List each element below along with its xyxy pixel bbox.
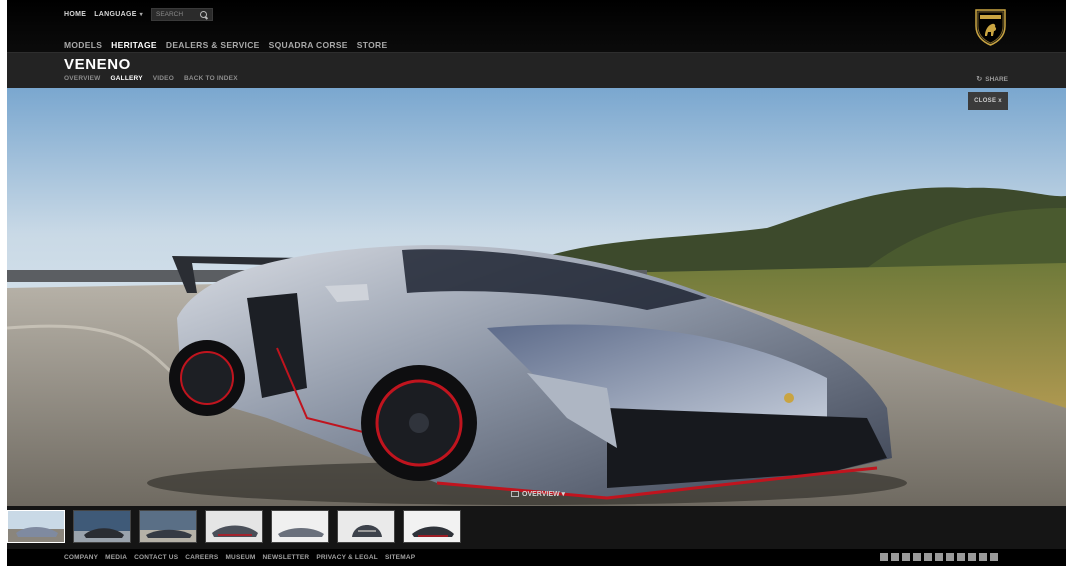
wechat-icon[interactable] — [968, 553, 976, 561]
thumbnail-7[interactable] — [403, 510, 461, 543]
footer-link-museum[interactable]: MUSEUM — [225, 554, 255, 561]
footer-link-media[interactable]: MEDIA — [105, 554, 127, 561]
google-plus-icon[interactable] — [891, 553, 899, 561]
linkedin-icon[interactable] — [946, 553, 954, 561]
tab-gallery[interactable]: GALLERY — [111, 75, 143, 82]
footer-link-careers[interactable]: CAREERS — [185, 554, 218, 561]
tab-overview[interactable]: OVERVIEW — [64, 75, 101, 82]
footer-link-newsletter[interactable]: NEWSLETTER — [263, 554, 310, 561]
thumbnail-strip — [7, 506, 1066, 549]
footer-link-company[interactable]: COMPANY — [64, 554, 98, 561]
footer-link-privacy-legal[interactable]: PRIVACY & LEGAL — [316, 554, 378, 561]
top-bar: HOME LANGUAGE ▾ MODELS HERITAGE DEALERS … — [7, 0, 1066, 52]
weibo-icon[interactable] — [935, 553, 943, 561]
site-frame: HOME LANGUAGE ▾ MODELS HERITAGE DEALERS … — [7, 0, 1066, 566]
share-button[interactable]: ↻ SHARE — [976, 75, 1008, 84]
footer-links: COMPANY MEDIA CONTACT US CAREERS MUSEUM … — [64, 554, 415, 561]
thumbnail-5[interactable] — [271, 510, 329, 543]
overview-toggle[interactable]: OVERVIEW ▾ — [511, 490, 565, 498]
search-box[interactable] — [150, 8, 213, 21]
tab-video[interactable]: VIDEO — [153, 75, 174, 82]
search-icon[interactable] — [199, 11, 207, 18]
car-photo — [7, 88, 1066, 506]
footer: COMPANY MEDIA CONTACT US CAREERS MUSEUM … — [7, 549, 1066, 566]
sub-header: VENENO OVERVIEW GALLERY VIDEO BACK TO IN… — [7, 52, 1066, 88]
share-icon: ↻ — [976, 76, 983, 83]
thumbnail-6[interactable] — [337, 510, 395, 543]
thumbnail-2[interactable] — [73, 510, 131, 543]
page-title: VENENO — [64, 56, 131, 73]
nav-dealers-service[interactable]: DEALERS & SERVICE — [166, 40, 260, 50]
chevron-down-icon[interactable]: ▾ — [140, 11, 143, 18]
social-icons — [880, 553, 998, 561]
grid-icon — [511, 491, 519, 497]
facebook-icon[interactable] — [880, 553, 888, 561]
home-link[interactable]: HOME — [64, 11, 86, 18]
thumbnail-1[interactable] — [7, 510, 65, 543]
footer-link-contact-us[interactable]: CONTACT US — [134, 554, 178, 561]
thumbnail-row — [7, 510, 461, 543]
close-button[interactable]: CLOSE x — [968, 92, 1008, 110]
foursquare-icon[interactable] — [957, 553, 965, 561]
footer-link-sitemap[interactable]: SITEMAP — [385, 554, 415, 561]
instagram-icon[interactable] — [924, 553, 932, 561]
nav-store[interactable]: STORE — [357, 40, 388, 50]
nav-models[interactable]: MODELS — [64, 40, 102, 50]
youtube-icon[interactable] — [913, 553, 921, 561]
utility-nav: HOME LANGUAGE ▾ — [64, 8, 213, 21]
back-to-index-link[interactable]: BACK TO INDEX — [184, 75, 238, 82]
nav-heritage[interactable]: HERITAGE — [111, 40, 157, 50]
sub-nav: OVERVIEW GALLERY VIDEO BACK TO INDEX — [64, 75, 238, 82]
brand-shield-logo[interactable] — [974, 8, 1007, 46]
thumbnail-4[interactable] — [205, 510, 263, 543]
search-input[interactable] — [155, 11, 196, 18]
gallery-main-image: CLOSE x OVERVIEW ▾ — [7, 88, 1066, 506]
main-nav: MODELS HERITAGE DEALERS & SERVICE SQUADR… — [64, 40, 387, 50]
twitter-icon[interactable] — [902, 553, 910, 561]
rss-icon[interactable] — [990, 553, 998, 561]
share-label: SHARE — [985, 75, 1008, 83]
overview-toggle-label: OVERVIEW ▾ — [522, 491, 566, 498]
tumblr-icon[interactable] — [979, 553, 987, 561]
language-dropdown[interactable]: LANGUAGE — [94, 11, 136, 18]
thumbnail-3[interactable] — [139, 510, 197, 543]
nav-squadra-corse[interactable]: SQUADRA CORSE — [269, 40, 348, 50]
